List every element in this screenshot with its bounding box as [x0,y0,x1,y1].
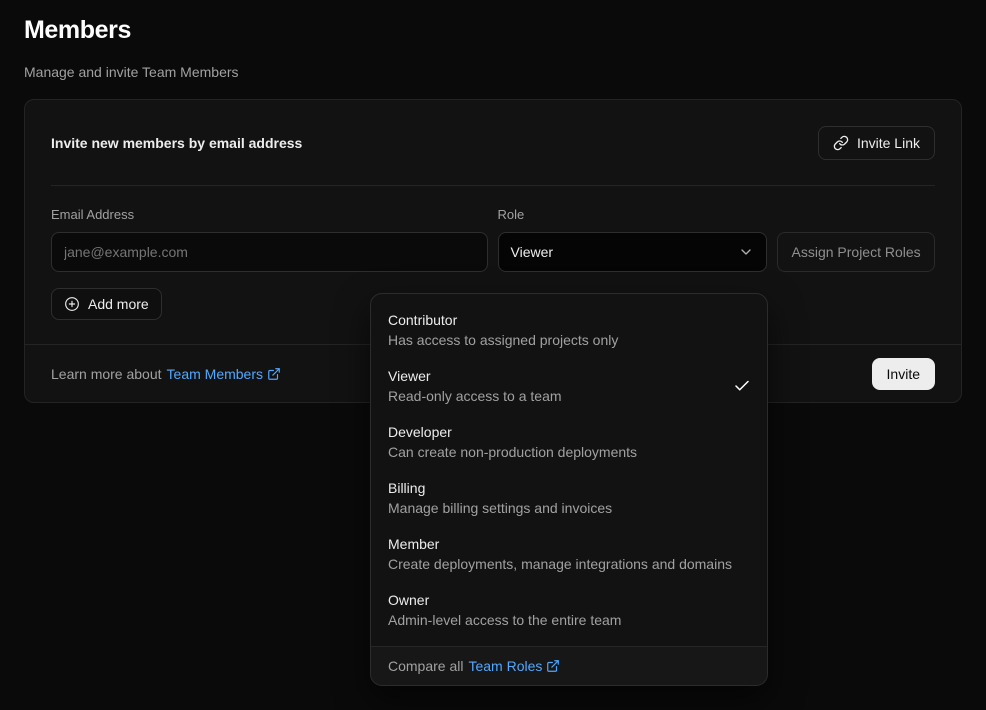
invite-card-header: Invite new members by email address Invi… [25,100,961,185]
chevron-down-icon [738,244,754,260]
role-select-value: Viewer [511,244,554,260]
role-option-description: Has access to assigned projects only [388,330,618,350]
role-option-text: Billing Manage billing settings and invo… [388,478,612,518]
role-option[interactable]: Viewer Read-only access to a team [371,358,767,414]
team-members-link[interactable]: Team Members [167,366,281,382]
role-option-text: Contributor Has access to assigned proje… [388,310,618,350]
compare-all-text: Compare all [388,656,463,676]
role-label: Role [498,207,768,223]
learn-more-note: Learn more about Team Members [51,366,281,382]
add-more-button-label: Add more [88,296,149,312]
invite-link-button-label: Invite Link [857,135,920,151]
role-option[interactable]: Owner Admin-level access to the entire t… [371,582,767,638]
role-dropdown-footer: Compare all Team Roles [371,646,767,685]
team-roles-link-label: Team Roles [468,656,542,676]
external-link-icon [546,659,560,673]
role-option-text: Viewer Read-only access to a team [388,366,562,406]
email-input[interactable] [51,232,488,272]
role-option-description: Manage billing settings and invoices [388,498,612,518]
team-members-link-label: Team Members [167,366,263,382]
role-option-name: Member [388,534,732,554]
assign-roles-group: Assign Project Roles [777,207,935,272]
add-more-button[interactable]: Add more [51,288,162,320]
role-option-description: Create deployments, manage integrations … [388,554,732,574]
plus-circle-icon [64,296,80,312]
role-option-text: Developer Can create non-production depl… [388,422,637,462]
email-label: Email Address [51,207,488,223]
role-field-group: Role Viewer [498,207,768,272]
link-icon [833,135,849,151]
team-roles-link[interactable]: Team Roles [468,656,560,676]
role-option-text: Owner Admin-level access to the entire t… [388,590,621,630]
role-option-name: Viewer [388,366,562,386]
assign-project-roles-button[interactable]: Assign Project Roles [777,232,935,272]
role-option-description: Can create non-production deployments [388,442,637,462]
role-option[interactable]: Developer Can create non-production depl… [371,414,767,470]
role-dropdown-list: Contributor Has access to assigned proje… [371,294,767,646]
role-option[interactable]: Contributor Has access to assigned proje… [371,302,767,358]
page-title: Members [24,14,962,46]
invite-button[interactable]: Invite [872,358,935,390]
role-option-name: Developer [388,422,637,442]
role-option[interactable]: Billing Manage billing settings and invo… [371,470,767,526]
email-field-group: Email Address [51,207,488,272]
role-option[interactable]: Member Create deployments, manage integr… [371,526,767,582]
role-option-name: Owner [388,590,621,610]
role-dropdown-menu: Contributor Has access to assigned proje… [370,293,768,686]
role-option-description: Admin-level access to the entire team [388,610,621,630]
role-option-name: Billing [388,478,612,498]
role-option-text: Member Create deployments, manage integr… [388,534,732,574]
role-option-name: Contributor [388,310,618,330]
page-subtitle: Manage and invite Team Members [24,62,962,82]
invite-form-row: Email Address Role Viewer [51,207,935,272]
external-link-icon [267,367,281,381]
check-icon [733,377,751,395]
invite-link-button[interactable]: Invite Link [818,126,935,160]
role-select[interactable]: Viewer [498,232,768,272]
learn-more-text: Learn more about [51,366,162,382]
invite-card-title: Invite new members by email address [51,135,302,151]
role-option-description: Read-only access to a team [388,386,562,406]
